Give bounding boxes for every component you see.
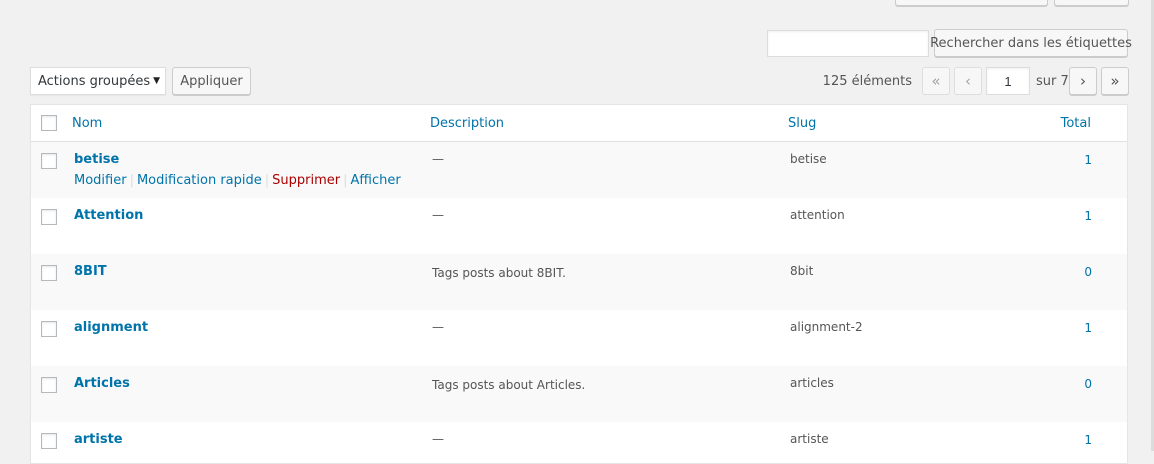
tag-description: — bbox=[432, 320, 444, 334]
table-row: Articles Tags posts about Articles. arti… bbox=[31, 366, 1127, 422]
row-actions: Modifier | Modification rapide | Supprimer | A… bbox=[74, 173, 401, 188]
table-row: artiste — artiste 1 bbox=[31, 422, 1127, 463]
tag-slug: alignment-2 bbox=[790, 320, 863, 334]
search-button[interactable]: Rechercher dans les étiquettes bbox=[930, 29, 1132, 57]
tag-description: — bbox=[432, 152, 444, 166]
tags-table: Nom Description Slug Total betise Modifi… bbox=[30, 104, 1128, 464]
tag-name-link[interactable]: 8BIT bbox=[74, 264, 107, 279]
tag-slug: betise bbox=[790, 152, 827, 166]
bulk-actions-select[interactable]: Actions groupées ▼ bbox=[30, 67, 166, 95]
tag-count-link[interactable]: 1 bbox=[1084, 209, 1092, 223]
search-input[interactable] bbox=[767, 30, 929, 57]
total-pages-label: sur 7 bbox=[1036, 74, 1069, 89]
table-row: 8BIT Tags posts about 8BIT. 8bit 0 bbox=[31, 254, 1127, 310]
tag-count-link[interactable]: 1 bbox=[1084, 153, 1092, 167]
top-action-button-1[interactable] bbox=[895, 0, 1048, 6]
bulk-actions-selected: Actions groupées bbox=[38, 73, 151, 89]
last-page-button[interactable]: » bbox=[1101, 67, 1129, 95]
tag-count-link[interactable]: 0 bbox=[1084, 265, 1092, 279]
prev-page-button[interactable]: ‹ bbox=[954, 67, 982, 95]
tag-description: — bbox=[432, 208, 444, 222]
tag-description: — bbox=[432, 432, 444, 446]
quick-edit-link[interactable]: Modification rapide bbox=[137, 173, 262, 188]
table-row: alignment — alignment-2 1 bbox=[31, 310, 1127, 366]
select-all-checkbox[interactable] bbox=[41, 115, 57, 131]
view-link[interactable]: Afficher bbox=[351, 173, 401, 188]
row-checkbox[interactable] bbox=[41, 321, 57, 337]
tag-name-link[interactable]: Attention bbox=[74, 208, 143, 223]
tag-slug: artiste bbox=[790, 432, 829, 446]
tag-description: Tags posts about Articles. bbox=[432, 378, 586, 392]
column-header-name[interactable]: Nom bbox=[72, 116, 102, 131]
current-page-input[interactable] bbox=[986, 67, 1030, 95]
edit-link[interactable]: Modifier bbox=[74, 173, 127, 188]
tag-count-link[interactable]: 1 bbox=[1084, 433, 1092, 447]
column-header-description[interactable]: Description bbox=[430, 116, 504, 131]
row-checkbox[interactable] bbox=[41, 209, 57, 225]
tag-count-link[interactable]: 1 bbox=[1084, 321, 1092, 335]
next-page-button[interactable]: › bbox=[1069, 67, 1097, 95]
tag-name-link[interactable]: Articles bbox=[74, 376, 130, 391]
tag-slug: attention bbox=[790, 208, 845, 222]
row-checkbox[interactable] bbox=[41, 433, 57, 449]
first-page-button[interactable]: « bbox=[922, 67, 950, 95]
tag-count-link[interactable]: 0 bbox=[1084, 377, 1092, 391]
separator: | bbox=[264, 173, 270, 188]
column-header-total[interactable]: Total bbox=[1061, 116, 1091, 131]
tag-name-link[interactable]: artiste bbox=[74, 432, 123, 447]
delete-link[interactable]: Supprimer bbox=[272, 173, 340, 188]
row-checkbox[interactable] bbox=[41, 377, 57, 393]
tag-description: Tags posts about 8BIT. bbox=[432, 266, 566, 280]
column-header-slug[interactable]: Slug bbox=[788, 116, 816, 131]
tag-name-link[interactable]: betise bbox=[74, 152, 119, 167]
tag-slug: 8bit bbox=[790, 264, 814, 278]
separator: | bbox=[129, 173, 134, 188]
top-action-button-2[interactable] bbox=[1054, 0, 1129, 6]
table-row: Attention — attention 1 bbox=[31, 198, 1127, 254]
row-checkbox[interactable] bbox=[41, 153, 57, 169]
row-checkbox[interactable] bbox=[41, 265, 57, 281]
table-header: Nom Description Slug Total bbox=[31, 105, 1127, 142]
table-row: betise Modifier | Modification rapide | Supp… bbox=[31, 142, 1127, 198]
separator: | bbox=[343, 173, 348, 188]
caret-down-icon: ▼ bbox=[153, 76, 160, 86]
items-count: 125 éléments bbox=[822, 74, 912, 89]
tag-name-link[interactable]: alignment bbox=[74, 320, 148, 335]
apply-button[interactable]: Appliquer bbox=[172, 67, 251, 95]
tag-slug: articles bbox=[790, 376, 834, 390]
